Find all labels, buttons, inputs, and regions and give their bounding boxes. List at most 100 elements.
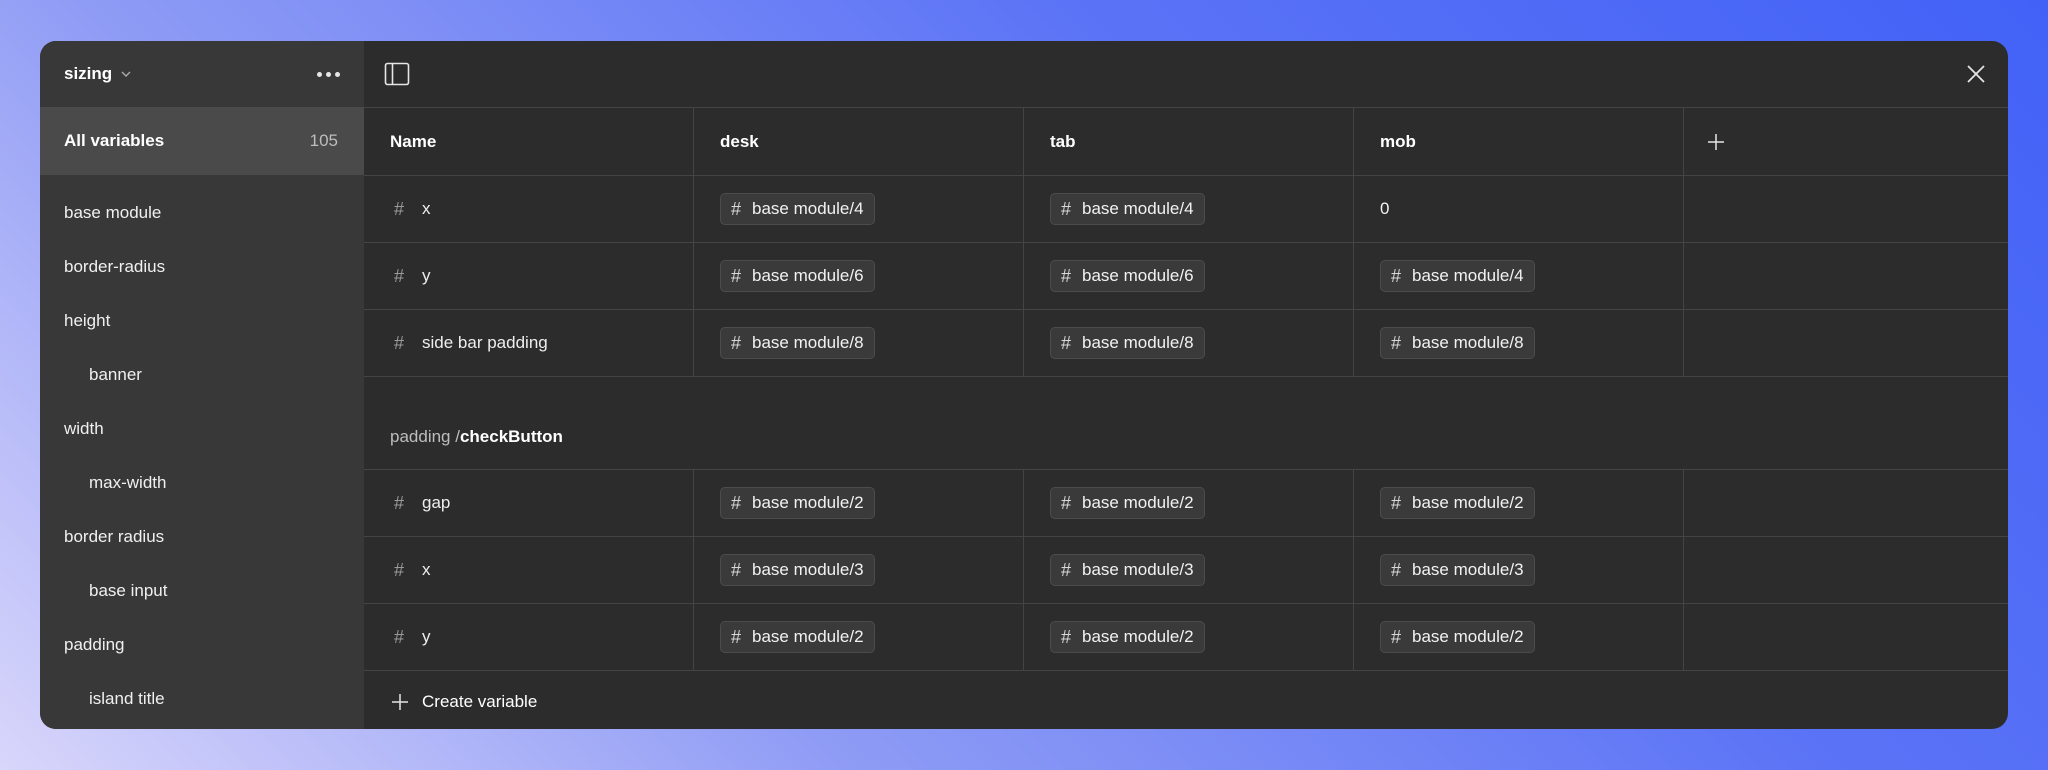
variable-alias-chip[interactable]: # base module/3 (720, 554, 875, 586)
value-cell-desk[interactable]: # base module/2 (694, 470, 1024, 536)
value-cell-desk[interactable]: # base module/6 (694, 243, 1024, 309)
value-cell-tab[interactable]: # base module/2 (1024, 470, 1354, 536)
value-cell-desk[interactable]: # base module/3 (694, 537, 1024, 603)
sidebar: sizing All variables 105 base module bord… (40, 41, 364, 729)
create-variable-button[interactable]: Create variable (364, 671, 2008, 729)
variables-table-panel: Name desk tab mob # x # base module/4 # base … (364, 41, 2008, 729)
sidebar-item[interactable]: border-radius (40, 240, 364, 294)
variable-name-cell[interactable]: # y (364, 604, 694, 670)
value-cell-desk[interactable]: # base module/4 (694, 176, 1024, 242)
alias-label: base module/4 (1082, 199, 1194, 218)
value-cell-tab[interactable]: # base module/6 (1024, 243, 1354, 309)
value-cell-tab[interactable]: # base module/2 (1024, 604, 1354, 670)
alias-label: base module/2 (752, 493, 864, 512)
hash-icon: # (1061, 559, 1072, 580)
number-type-icon: # (394, 198, 405, 219)
variable-alias-chip[interactable]: # base module/4 (1050, 193, 1205, 225)
value-cell-mob[interactable]: # base module/2 (1354, 470, 1684, 536)
value-cell-mob[interactable]: # base module/3 (1354, 537, 1684, 603)
value-cell-tab[interactable]: # base module/3 (1024, 537, 1354, 603)
alias-label: base module/2 (1412, 493, 1524, 512)
alias-label: base module/4 (1412, 266, 1524, 285)
hash-icon: # (1391, 332, 1402, 353)
more-dot-icon (317, 71, 322, 77)
hash-icon: # (1391, 559, 1402, 580)
variable-name-cell[interactable]: # x (364, 537, 694, 603)
value-cell-mob[interactable]: # base module/8 (1354, 310, 1684, 376)
alias-label: base module/3 (752, 560, 864, 579)
variable-alias-chip[interactable]: # base module/6 (720, 260, 875, 292)
sidebar-item[interactable]: max-width (40, 456, 364, 510)
hash-icon: # (1391, 265, 1402, 286)
value-cell-mob[interactable]: # base module/4 (1354, 243, 1684, 309)
more-options-button[interactable] (311, 66, 346, 83)
table-row[interactable]: # x # base module/4 # base module/4 0 (364, 176, 2008, 243)
column-header-desk[interactable]: desk (694, 108, 1024, 175)
sidebar-item[interactable]: base module (40, 186, 364, 240)
add-mode-button[interactable] (1684, 108, 2008, 175)
top-bar (364, 41, 2008, 108)
sidebar-item[interactable]: island title (40, 672, 364, 726)
table-header: Name desk tab mob (364, 108, 2008, 176)
variable-alias-chip[interactable]: # base module/8 (720, 327, 875, 359)
chevron-down-icon[interactable] (120, 68, 132, 80)
variable-alias-chip[interactable]: # base module/4 (720, 193, 875, 225)
group-name: checkButton (459, 427, 563, 446)
variable-name-cell[interactable]: # x (364, 176, 694, 242)
value-cell-tab[interactable]: # base module/4 (1024, 176, 1354, 242)
hash-icon: # (731, 492, 742, 513)
column-header-tab[interactable]: tab (1024, 108, 1354, 175)
alias-label: base module/4 (752, 199, 864, 218)
column-header-mob[interactable]: mob (1354, 108, 1684, 175)
sidebar-item[interactable]: width (40, 402, 364, 456)
table-row[interactable]: # x # base module/3 # base module/3 # base modu… (364, 537, 2008, 604)
variable-name: x (422, 560, 431, 579)
variable-alias-chip[interactable]: # base module/2 (1050, 621, 1205, 653)
table-row[interactable]: # y # base module/6 # base module/6 # base modu… (364, 243, 2008, 310)
variable-alias-chip[interactable]: # base module/2 (1380, 621, 1535, 653)
variable-alias-chip[interactable]: # base module/3 (1380, 554, 1535, 586)
variable-alias-chip[interactable]: # base module/3 (1050, 554, 1205, 586)
group-list: base module border-radius height banner widt… (40, 175, 364, 726)
plus-icon (392, 694, 408, 710)
variable-name-cell[interactable]: # y (364, 243, 694, 309)
variable-alias-chip[interactable]: # base module/8 (1050, 327, 1205, 359)
variable-alias-chip[interactable]: # base module/4 (1380, 260, 1535, 292)
sidebar-item[interactable]: base input (40, 564, 364, 618)
empty-cell (1684, 176, 2008, 242)
variable-alias-chip[interactable]: # base module/8 (1380, 327, 1535, 359)
close-icon[interactable] (1962, 60, 1990, 88)
sidebar-item[interactable]: padding (40, 618, 364, 672)
value-cell-mob[interactable]: 0 (1354, 176, 1684, 242)
variable-alias-chip[interactable]: # base module/2 (720, 621, 875, 653)
all-variables-item[interactable]: All variables 105 (40, 107, 364, 175)
sidebar-item[interactable]: height (40, 294, 364, 348)
value-cell-desk[interactable]: # base module/8 (694, 310, 1024, 376)
alias-label: base module/2 (1412, 627, 1524, 646)
value-cell-mob[interactable]: # base module/2 (1354, 604, 1684, 670)
hash-icon: # (731, 626, 742, 647)
number-type-icon: # (394, 265, 405, 286)
hash-icon: # (731, 198, 742, 219)
variable-alias-chip[interactable]: # base module/2 (720, 487, 875, 519)
collection-selector[interactable]: sizing (64, 64, 112, 84)
alias-label: base module/2 (752, 627, 864, 646)
variable-name-cell[interactable]: # gap (364, 470, 694, 536)
sidebar-header: sizing (40, 41, 364, 107)
sidebar-item[interactable]: banner (40, 348, 364, 402)
table-row[interactable]: # y # base module/2 # base module/2 # base modu… (364, 604, 2008, 671)
table-row[interactable]: # side bar padding # base module/8 # base mod… (364, 310, 2008, 377)
variable-alias-chip[interactable]: # base module/2 (1050, 487, 1205, 519)
value-cell-tab[interactable]: # base module/8 (1024, 310, 1354, 376)
empty-cell (1684, 470, 2008, 536)
hash-icon: # (731, 332, 742, 353)
more-dot-icon (326, 71, 331, 77)
variable-alias-chip[interactable]: # base module/2 (1380, 487, 1535, 519)
toggle-sidebar-icon[interactable] (382, 59, 412, 89)
sidebar-item[interactable]: border radius (40, 510, 364, 564)
variable-name-cell[interactable]: # side bar padding (364, 310, 694, 376)
value-cell-desk[interactable]: # base module/2 (694, 604, 1024, 670)
background: sizing All variables 105 base module bord… (0, 0, 2048, 770)
variable-alias-chip[interactable]: # base module/6 (1050, 260, 1205, 292)
table-row[interactable]: # gap # base module/2 # base module/2 # base mo… (364, 470, 2008, 537)
